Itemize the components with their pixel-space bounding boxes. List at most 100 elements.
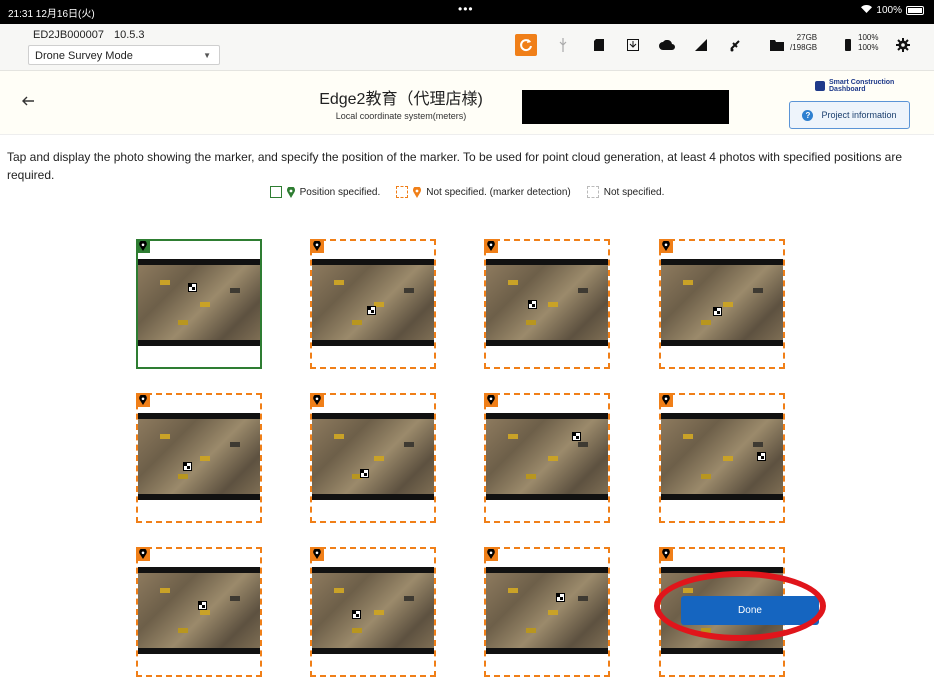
gear-icon[interactable]	[892, 34, 914, 56]
battery-status: 100%	[861, 5, 924, 16]
pin-icon	[310, 547, 324, 561]
legend-marker-detection-label: Not specified. (marker detection)	[426, 186, 571, 198]
project-information-button[interactable]: ? Project information	[789, 101, 910, 129]
legend-not-specified: Not specified.	[586, 186, 665, 198]
device-id: ED2JB000007	[33, 29, 104, 41]
pin-icon	[659, 239, 673, 253]
legend-not-specified-label: Not specified.	[603, 186, 665, 198]
chevron-down-icon: ▼	[203, 51, 211, 60]
ground-marker	[360, 469, 369, 479]
status-bar: 21:31 12月16日(火) ••• 100%	[0, 0, 934, 24]
multitask-dots[interactable]: •••	[458, 2, 474, 16]
pin-icon	[136, 393, 150, 407]
clock: 21:31 12月16日(火)	[8, 9, 95, 20]
dashed-box-icon	[396, 186, 409, 198]
storage-free: 27GB	[796, 33, 818, 42]
back-arrow-icon[interactable]	[22, 93, 34, 111]
done-label: Done	[738, 605, 762, 616]
pin-icon	[659, 547, 673, 561]
aerial-photo	[486, 259, 608, 346]
pin-icon	[484, 393, 498, 407]
aerial-photo	[138, 567, 260, 654]
download-icon[interactable]	[622, 34, 644, 56]
ground-marker	[757, 452, 766, 462]
pin-icon	[659, 393, 673, 407]
pin-icon	[286, 186, 295, 198]
device-version: 10.5.3	[113, 29, 145, 41]
photo-card[interactable]	[310, 393, 436, 523]
storage-info: 27GB /198GB	[790, 33, 817, 53]
aerial-photo	[312, 567, 434, 654]
photo-card[interactable]	[484, 547, 610, 677]
aerial-photo	[486, 413, 608, 500]
battery-percent: 100%	[876, 5, 902, 16]
pin-icon	[413, 186, 422, 198]
logo-icon	[815, 81, 825, 91]
coordinate-system: Local coordinate system(meters)	[335, 111, 467, 121]
project-header: Edge2教育（代理店様) Local coordinate system(me…	[0, 71, 934, 135]
battery-icon	[906, 6, 924, 15]
ground-marker	[198, 601, 207, 610]
legend-marker-detection: Not specified. (marker detection)	[396, 186, 571, 198]
ground-marker	[556, 592, 565, 602]
question-icon: ?	[802, 109, 814, 121]
pin-icon	[484, 239, 498, 253]
legend-specified-label: Position specified.	[299, 186, 381, 198]
ground-marker	[188, 282, 197, 292]
photo-card[interactable]	[484, 393, 610, 523]
storage-total: /198GB	[790, 43, 818, 52]
solid-box-icon	[269, 186, 282, 198]
aerial-photo	[138, 259, 260, 346]
sd-card-icon	[588, 34, 610, 56]
legend-specified: Position specified.	[269, 186, 381, 198]
pin-icon	[310, 393, 324, 407]
photo-card[interactable]	[136, 547, 262, 677]
ground-marker	[713, 306, 722, 316]
device-info: ED2JB000007 10.5.3	[33, 29, 145, 41]
photo-card[interactable]	[310, 547, 436, 677]
pin-icon	[136, 547, 150, 561]
battery-levels: 100% 100%	[858, 33, 878, 53]
photo-card[interactable]	[136, 393, 262, 523]
aerial-photo	[138, 413, 260, 500]
folder-icon[interactable]	[766, 34, 788, 56]
aerial-photo	[661, 413, 783, 500]
wifi-icon	[861, 5, 873, 16]
pin-icon	[484, 547, 498, 561]
legend: Position specified. Not specified. (mark…	[0, 186, 934, 198]
dotted-box-icon	[586, 186, 599, 198]
cloud-icon	[656, 34, 678, 56]
signal-icon	[690, 34, 712, 56]
battery-level-bottom: 100%	[858, 43, 879, 52]
ground-marker	[183, 462, 192, 472]
pin-icon	[136, 239, 150, 253]
photo-card[interactable]	[136, 239, 262, 369]
smart-construction-logo: Smart Construction Dashboard	[815, 79, 894, 93]
usb-icon	[552, 34, 574, 56]
pin-icon	[310, 239, 324, 253]
mode-value: Drone Survey Mode	[35, 50, 133, 62]
device-toolbar: ED2JB000007 10.5.3 Drone Survey Mode ▼ 27…	[0, 24, 934, 71]
refresh-icon	[520, 39, 532, 52]
redacted-area	[522, 90, 729, 124]
aerial-photo	[312, 413, 434, 500]
photo-card[interactable]	[484, 239, 610, 369]
logo-line2: Dashboard	[829, 86, 866, 93]
project-information-label: Project information	[821, 110, 897, 120]
ground-marker	[352, 609, 361, 619]
photo-card[interactable]	[659, 393, 785, 523]
battery-level-icon	[837, 34, 859, 56]
ground-marker	[572, 431, 581, 441]
photo-card[interactable]	[310, 239, 436, 369]
photo-card[interactable]	[659, 239, 785, 369]
satellite-icon	[724, 34, 746, 56]
instructions-text: Tap and display the photo showing the ma…	[7, 150, 902, 182]
mode-dropdown[interactable]: Drone Survey Mode ▼	[28, 45, 220, 65]
ground-marker	[528, 299, 537, 309]
done-button[interactable]: Done	[681, 596, 819, 625]
aerial-photo	[486, 567, 608, 654]
aerial-photo	[661, 259, 783, 346]
battery-level-top: 100%	[858, 33, 879, 42]
reload-tool-button[interactable]	[515, 34, 537, 56]
project-title: Edge2教育（代理店様)	[319, 91, 483, 108]
